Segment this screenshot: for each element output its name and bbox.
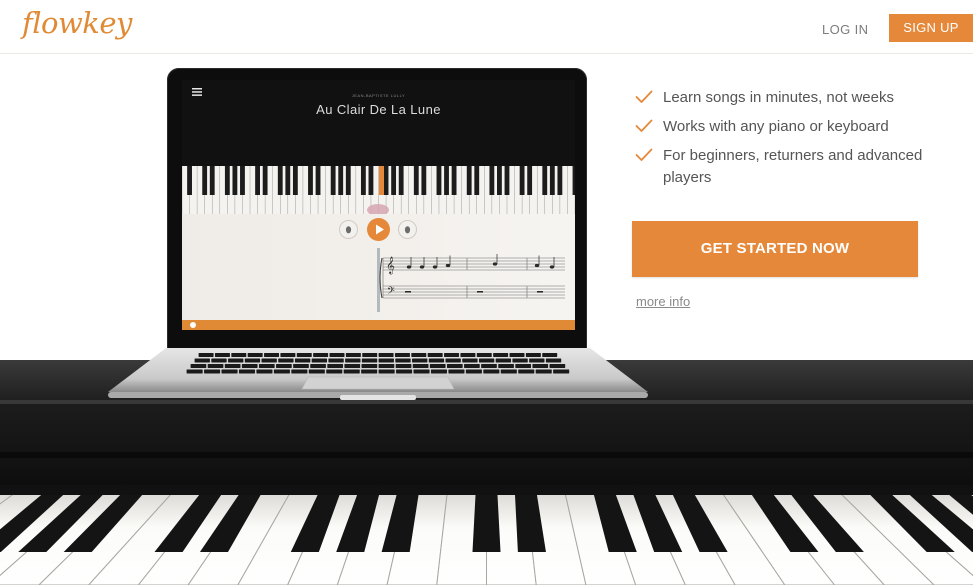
left-hand-icon (345, 226, 352, 234)
song-title: Au Clair De La Lune (316, 102, 441, 117)
check-icon (635, 119, 653, 132)
progress-handle[interactable] (189, 322, 196, 328)
play-button[interactable] (367, 218, 390, 241)
laptop-base (108, 348, 648, 400)
check-icon (635, 148, 653, 161)
login-link[interactable]: LOG IN (822, 22, 868, 37)
feature-text: Works with any piano or keyboard (663, 118, 889, 135)
svg-text:𝄢: 𝄢 (387, 285, 395, 299)
play-icon (376, 224, 384, 235)
feature-item: Learn songs in minutes, not weeks (634, 87, 954, 109)
feature-text: Learn songs in minutes, not weeks (663, 89, 894, 106)
get-started-button[interactable]: GET STARTED NOW (632, 221, 918, 277)
feature-list: Learn songs in minutes, not weeks Works … (634, 87, 954, 196)
signup-button[interactable]: SIGN UP (889, 14, 973, 42)
music-staff: 𝄞 𝄢 (377, 248, 565, 312)
check-icon (635, 90, 653, 103)
feature-item: Works with any piano or keyboard (634, 116, 954, 138)
feature-text: For beginners, returners and advanced pl… (663, 147, 923, 186)
composer-name: JEAN-BAPTISTE LULLY (351, 93, 406, 98)
feature-item: For beginners, returners and advanced pl… (634, 145, 954, 189)
left-hand-button[interactable] (339, 220, 358, 239)
right-hand-button[interactable] (398, 220, 417, 239)
progress-bar[interactable] (182, 320, 575, 330)
top-bar: flowkey LOG IN SIGN UP (0, 0, 973, 54)
sheet-music-panel: 𝄞 𝄢 (182, 214, 575, 320)
app-screen: JEAN-BAPTISTE LULLY Au Clair De La Lune (182, 80, 575, 330)
video-piano-keys (182, 166, 575, 214)
flowkey-logo[interactable]: flowkey (22, 6, 132, 40)
right-hand-icon (404, 226, 411, 234)
more-info-link[interactable]: more info (636, 294, 690, 309)
svg-text:𝄞: 𝄞 (386, 256, 395, 274)
playback-controls (335, 217, 425, 241)
